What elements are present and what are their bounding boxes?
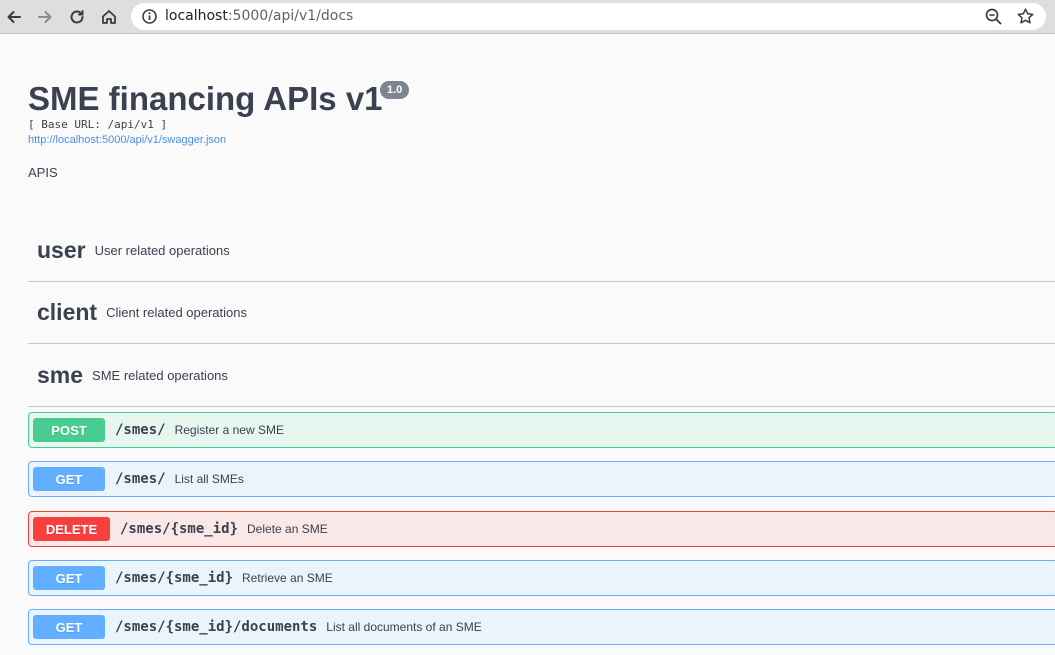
- forward-arrow-icon[interactable]: [31, 3, 59, 31]
- operation-get-sme-documents[interactable]: GET /smes/{sme_id}/documents List all do…: [28, 609, 1055, 645]
- method-badge: GET: [33, 566, 105, 590]
- tag-client[interactable]: client Client related operations: [28, 282, 1055, 344]
- method-badge: POST: [33, 418, 105, 442]
- url-host: localhost: [165, 8, 228, 24]
- operation-summary: Register a new SME: [174, 423, 284, 437]
- zoom-out-icon[interactable]: [984, 7, 1003, 26]
- operation-summary: Retrieve an SME: [242, 571, 333, 585]
- tag-description: SME related operations: [92, 368, 228, 383]
- tag-name: client: [37, 299, 98, 325]
- operation-post-smes[interactable]: POST /smes/ Register a new SME: [28, 412, 1055, 448]
- browser-toolbar: localhost:5000/api/v1/docs: [0, 0, 1055, 34]
- operation-summary: List all documents of an SME: [326, 620, 482, 634]
- address-bar[interactable]: localhost:5000/api/v1/docs: [131, 3, 1046, 30]
- operation-delete-sme[interactable]: DELETE /smes/{sme_id} Delete an SME: [28, 511, 1055, 547]
- swagger-json-link[interactable]: http://localhost:5000/api/v1/swagger.jso…: [28, 134, 226, 146]
- tag-name: sme: [37, 362, 84, 388]
- operation-get-sme[interactable]: GET /smes/{sme_id} Retrieve an SME: [28, 560, 1055, 596]
- tag-description: User related operations: [94, 243, 230, 258]
- operation-summary: Delete an SME: [247, 522, 328, 536]
- method-badge: GET: [33, 467, 105, 491]
- url-text[interactable]: localhost:5000/api/v1/docs: [165, 8, 353, 25]
- base-url: [ Base URL: /api/v1 ]: [28, 118, 168, 131]
- method-badge: DELETE: [33, 517, 110, 541]
- operation-summary: List all SMEs: [174, 472, 244, 486]
- bookmark-star-icon[interactable]: [1016, 7, 1035, 26]
- url-path: :5000/api/v1/docs: [227, 8, 354, 24]
- reload-icon[interactable]: [63, 3, 91, 31]
- operation-path: /smes/{sme_id}: [120, 521, 239, 537]
- home-icon[interactable]: [95, 3, 123, 31]
- info-icon[interactable]: [141, 8, 158, 25]
- operation-path: /smes/{sme_id}/documents: [115, 619, 318, 635]
- operation-path: /smes/: [115, 471, 166, 487]
- api-description: APIS: [28, 165, 58, 180]
- method-badge: GET: [33, 615, 105, 639]
- operation-path: /smes/{sme_id}: [115, 570, 234, 586]
- version-badge: 1.0: [380, 81, 410, 99]
- tag-name: user: [37, 237, 86, 263]
- operation-path: /smes/: [115, 422, 166, 438]
- back-arrow-icon[interactable]: [0, 3, 28, 31]
- tag-sme[interactable]: sme SME related operations: [28, 345, 1055, 407]
- page-title: SME financing APIs v1: [28, 80, 383, 117]
- tag-description: Client related operations: [106, 305, 247, 320]
- operation-get-smes[interactable]: GET /smes/ List all SMEs: [28, 461, 1055, 497]
- tag-user[interactable]: user User related operations: [28, 220, 1055, 282]
